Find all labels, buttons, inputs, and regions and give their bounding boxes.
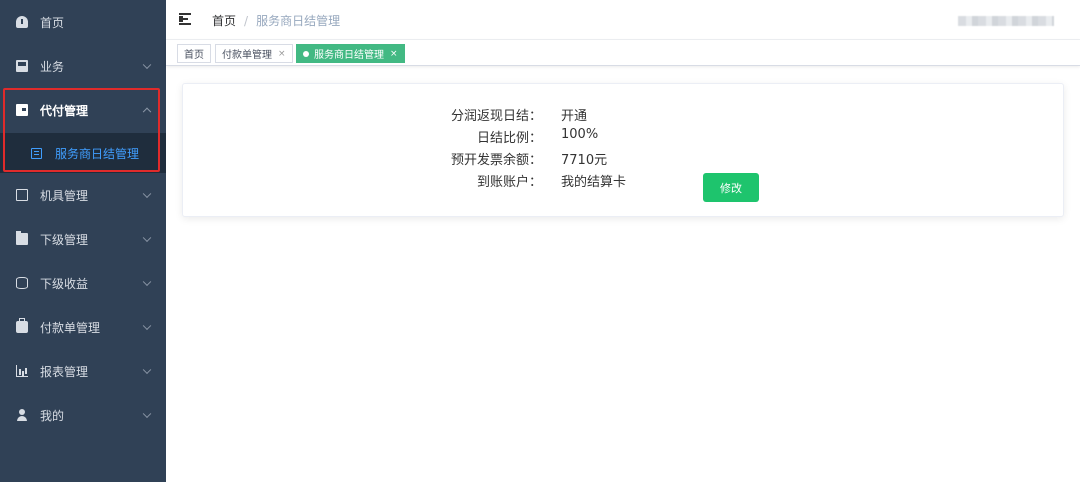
- info-label: 到账账户：: [476, 175, 542, 190]
- edit-button[interactable]: 修改: [703, 173, 759, 202]
- dashboard-icon: [16, 16, 28, 28]
- breadcrumb-home[interactable]: 首页: [212, 12, 236, 29]
- chevron-down-icon: [142, 321, 152, 331]
- sidebar-item-devices[interactable]: 机具管理: [0, 173, 166, 217]
- sidebar-item-subordinate-earnings[interactable]: 下级收益: [0, 261, 166, 305]
- sidebar-item-label: 下级管理: [40, 232, 89, 247]
- sidebar-item-label: 机具管理: [40, 188, 89, 203]
- info-value: 开通: [561, 109, 588, 124]
- sidebar-item-payment-management[interactable]: 代付管理: [0, 88, 166, 132]
- sidebar-subitem-label: 服务商日结管理: [55, 146, 140, 161]
- chevron-up-icon: [142, 107, 152, 117]
- sidebar-item-reports[interactable]: 报表管理: [0, 349, 166, 393]
- info-value: 7710元: [561, 153, 608, 168]
- close-icon[interactable]: ×: [390, 49, 398, 59]
- sidebar-item-business[interactable]: 业务: [0, 44, 166, 88]
- chevron-down-icon: [142, 189, 152, 199]
- sidebar-item-label: 业务: [40, 59, 65, 74]
- active-dot-icon: [303, 50, 309, 57]
- sidebar-item-subordinates[interactable]: 下级管理: [0, 217, 166, 261]
- settlement-info-card: 分润返现日结： 开通 日结比例： 100% 预开发票余额： 7710元 到账账户…: [182, 83, 1064, 217]
- bag-icon: [16, 318, 28, 333]
- tags-view: 首页 付款单管理 × 服务商日结管理 ×: [166, 40, 1080, 66]
- user-info-redacted[interactable]: [958, 16, 1054, 26]
- info-label: 日结比例：: [476, 131, 542, 146]
- breadcrumb-current: 服务商日结管理: [256, 14, 341, 28]
- sidebar-item-payment-orders[interactable]: 付款单管理: [0, 305, 166, 349]
- chevron-down-icon: [142, 277, 152, 287]
- chevron-down-icon: [142, 409, 152, 419]
- sidebar-subitem-daily-settlement[interactable]: 服务商日结管理: [0, 133, 166, 173]
- info-value: 我的结算卡: [561, 175, 627, 190]
- tag-home[interactable]: 首页: [177, 44, 211, 63]
- info-row: 日结比例： 100%: [183, 127, 1063, 147]
- chevron-down-icon: [142, 233, 152, 243]
- chevron-down-icon: [142, 365, 152, 375]
- tag-payment-orders[interactable]: 付款单管理 ×: [215, 44, 293, 63]
- info-row: 分润返现日结： 开通: [183, 105, 1063, 125]
- device-icon: [16, 189, 28, 201]
- briefcase-icon: [16, 60, 28, 72]
- info-label: 分润返现日结：: [450, 109, 542, 124]
- info-row: 预开发票余额： 7710元: [183, 149, 1063, 169]
- sidebar-item-label: 下级收益: [40, 276, 89, 291]
- sidebar-item-label: 报表管理: [40, 364, 89, 379]
- tag-label: 服务商日结管理: [314, 50, 384, 61]
- sidebar: 首页 业务 代付管理 服务商日结管理 机具管理 下级管理 下级收益 付款单管理 …: [0, 0, 166, 482]
- tag-label: 付款单管理: [222, 50, 272, 61]
- sidebar-item-label: 付款单管理: [40, 320, 101, 335]
- info-value: 100%: [561, 127, 599, 142]
- list-icon: [31, 147, 42, 159]
- menu-toggle-icon[interactable]: [179, 13, 193, 25]
- user-icon: [16, 409, 28, 421]
- tag-label: 首页: [184, 50, 204, 61]
- wallet-icon: [16, 104, 28, 116]
- database-icon: [16, 277, 28, 289]
- tag-daily-settlement[interactable]: 服务商日结管理 ×: [296, 44, 405, 63]
- breadcrumb-separator: /: [244, 13, 249, 28]
- chevron-down-icon: [142, 60, 152, 70]
- info-label: 预开发票余额：: [450, 153, 542, 168]
- breadcrumb: 首页 / 服务商日结管理: [212, 12, 340, 29]
- info-row: 到账账户： 我的结算卡: [183, 171, 1063, 191]
- chart-icon: [16, 365, 28, 377]
- folder-icon: [16, 231, 28, 245]
- sidebar-item-label: 代付管理: [40, 103, 89, 118]
- sidebar-item-label: 首页: [40, 15, 65, 30]
- navbar: 首页 / 服务商日结管理: [166, 0, 1080, 40]
- sidebar-item-label: 我的: [40, 408, 65, 423]
- close-icon[interactable]: ×: [278, 49, 286, 59]
- sidebar-item-mine[interactable]: 我的: [0, 393, 166, 437]
- sidebar-item-home[interactable]: 首页: [0, 0, 166, 44]
